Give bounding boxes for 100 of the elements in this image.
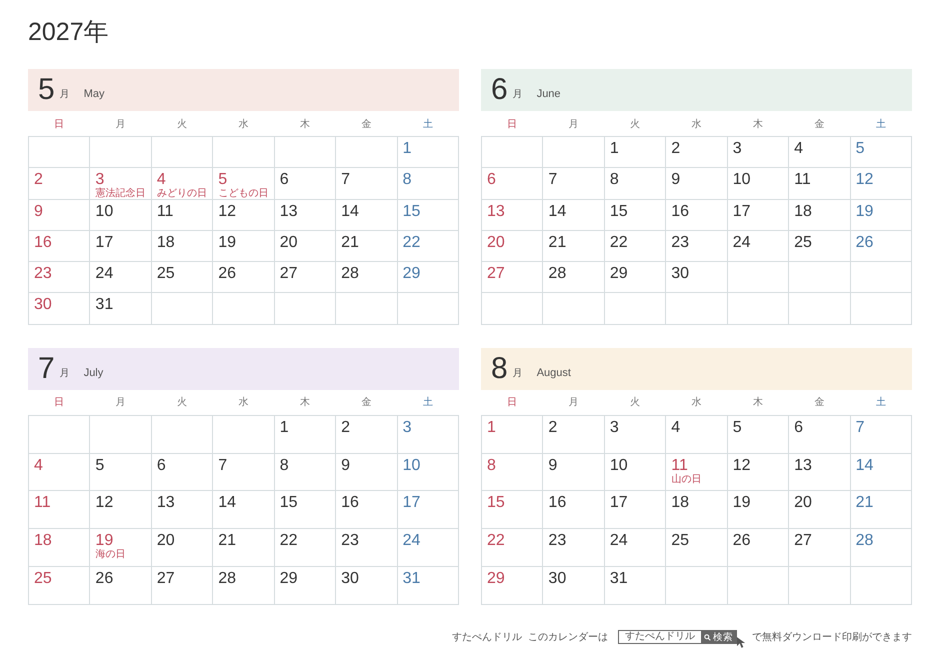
day-number: 5 (218, 171, 228, 190)
weekday-label: 水 (237, 118, 250, 130)
weekday-label: 月 (114, 396, 126, 410)
day-number: 10 (95, 202, 114, 221)
holiday-name: こどもの日 (218, 189, 268, 200)
weekday-label: 土 (875, 118, 888, 130)
day-number: 4 (671, 418, 680, 437)
day-number: 14 (341, 202, 359, 221)
holiday-name: 山の日 (671, 474, 702, 485)
day-number: 20 (280, 234, 298, 252)
day-number: 2 (671, 140, 680, 158)
weekday-label: 火 (176, 118, 188, 130)
day-number: 29 (610, 265, 628, 284)
day-number: 21 (548, 234, 566, 252)
day-number: 13 (487, 202, 505, 221)
day-number: 26 (95, 570, 114, 588)
weekday-label: 水 (690, 118, 702, 130)
day-number: 14 (218, 494, 236, 512)
search-button[interactable]: 検索 (701, 631, 736, 644)
day-number: 23 (548, 532, 566, 550)
day-number: 16 (548, 494, 566, 512)
day-number: 2 (548, 418, 558, 437)
day-number: 6 (487, 171, 496, 190)
day-number: 1 (402, 140, 412, 158)
day-number: 23 (34, 265, 52, 284)
month-unit: 月 (512, 88, 523, 101)
weekday-label: 木 (299, 118, 312, 130)
day-number: 25 (671, 532, 690, 550)
day-number: 3 (95, 171, 104, 188)
weekday-label: 土 (422, 118, 434, 130)
brand-name: すたぺんドリル (452, 631, 522, 644)
day-number: 22 (610, 234, 628, 252)
day-number: 8 (610, 171, 619, 190)
day-number: 23 (671, 234, 690, 252)
weekday-label: 日 (52, 118, 65, 130)
day-number: 7 (341, 171, 350, 190)
month-name: June (536, 88, 561, 100)
day-number: 31 (610, 570, 628, 588)
day-number: 30 (671, 265, 690, 284)
weekday-label: 火 (628, 396, 641, 410)
weekday-label: 月 (567, 118, 580, 130)
day-number: 12 (95, 494, 114, 512)
month-number: 6 (491, 75, 508, 105)
day-number: 13 (156, 494, 175, 512)
day-number: 10 (402, 456, 420, 475)
day-number: 26 (218, 265, 236, 284)
day-number: 31 (402, 570, 420, 588)
day-number: 4 (34, 456, 43, 475)
day-number: 7 (548, 171, 558, 190)
day-number: 12 (856, 171, 874, 190)
day-number: 31 (95, 296, 114, 314)
day-number: 17 (402, 494, 420, 512)
day-number: 25 (794, 234, 812, 252)
calendar-cell (789, 293, 851, 325)
day-number: 22 (402, 234, 420, 252)
search-field[interactable]: すたぺんドリル 検索 (618, 630, 737, 644)
day-number: 3 (732, 140, 742, 158)
day-number: 23 (341, 532, 359, 550)
month-unit: 月 (60, 366, 70, 380)
day-number: 16 (34, 234, 52, 252)
day-number: 19 (732, 494, 750, 512)
day-number: 25 (34, 570, 52, 588)
calendar-cell (850, 293, 912, 325)
month-number: 5 (38, 75, 55, 105)
day-number: 22 (280, 532, 298, 550)
day-number: 27 (280, 265, 298, 284)
day-number: 1 (610, 140, 619, 158)
day-number: 9 (34, 202, 43, 221)
day-number: 16 (671, 202, 690, 221)
day-number: 14 (856, 456, 874, 475)
day-number: 30 (341, 570, 359, 588)
day-number: 27 (487, 265, 505, 284)
day-number: 30 (34, 296, 52, 314)
day-number: 24 (402, 532, 420, 550)
day-number: 27 (156, 570, 175, 588)
weekday-label: 金 (814, 118, 826, 130)
day-number: 11 (34, 494, 51, 512)
day-number: 5 (732, 418, 742, 437)
weekday-label: 金 (360, 396, 373, 410)
day-number: 19 (218, 234, 236, 252)
month-name: August (536, 366, 571, 379)
day-number: 11 (671, 456, 688, 474)
weekday-label: 日 (506, 118, 518, 130)
day-number: 15 (402, 202, 420, 221)
day-number: 6 (794, 418, 804, 437)
day-number: 12 (218, 202, 236, 221)
weekday-label: 月 (114, 118, 126, 130)
day-number: 22 (487, 532, 505, 550)
footer-text: このカレンダーは (528, 631, 608, 644)
weekday-label: 木 (752, 118, 764, 130)
day-number: 20 (794, 494, 812, 512)
day-number: 4 (794, 140, 804, 158)
day-number: 11 (794, 171, 811, 190)
day-number: 2 (341, 418, 350, 437)
day-number: 10 (732, 171, 750, 190)
day-number: 7 (218, 456, 228, 475)
holiday-name: みどりの日 (156, 189, 207, 200)
day-number: 9 (671, 171, 680, 190)
day-number: 28 (341, 265, 359, 284)
weekday-label: 水 (690, 396, 702, 410)
